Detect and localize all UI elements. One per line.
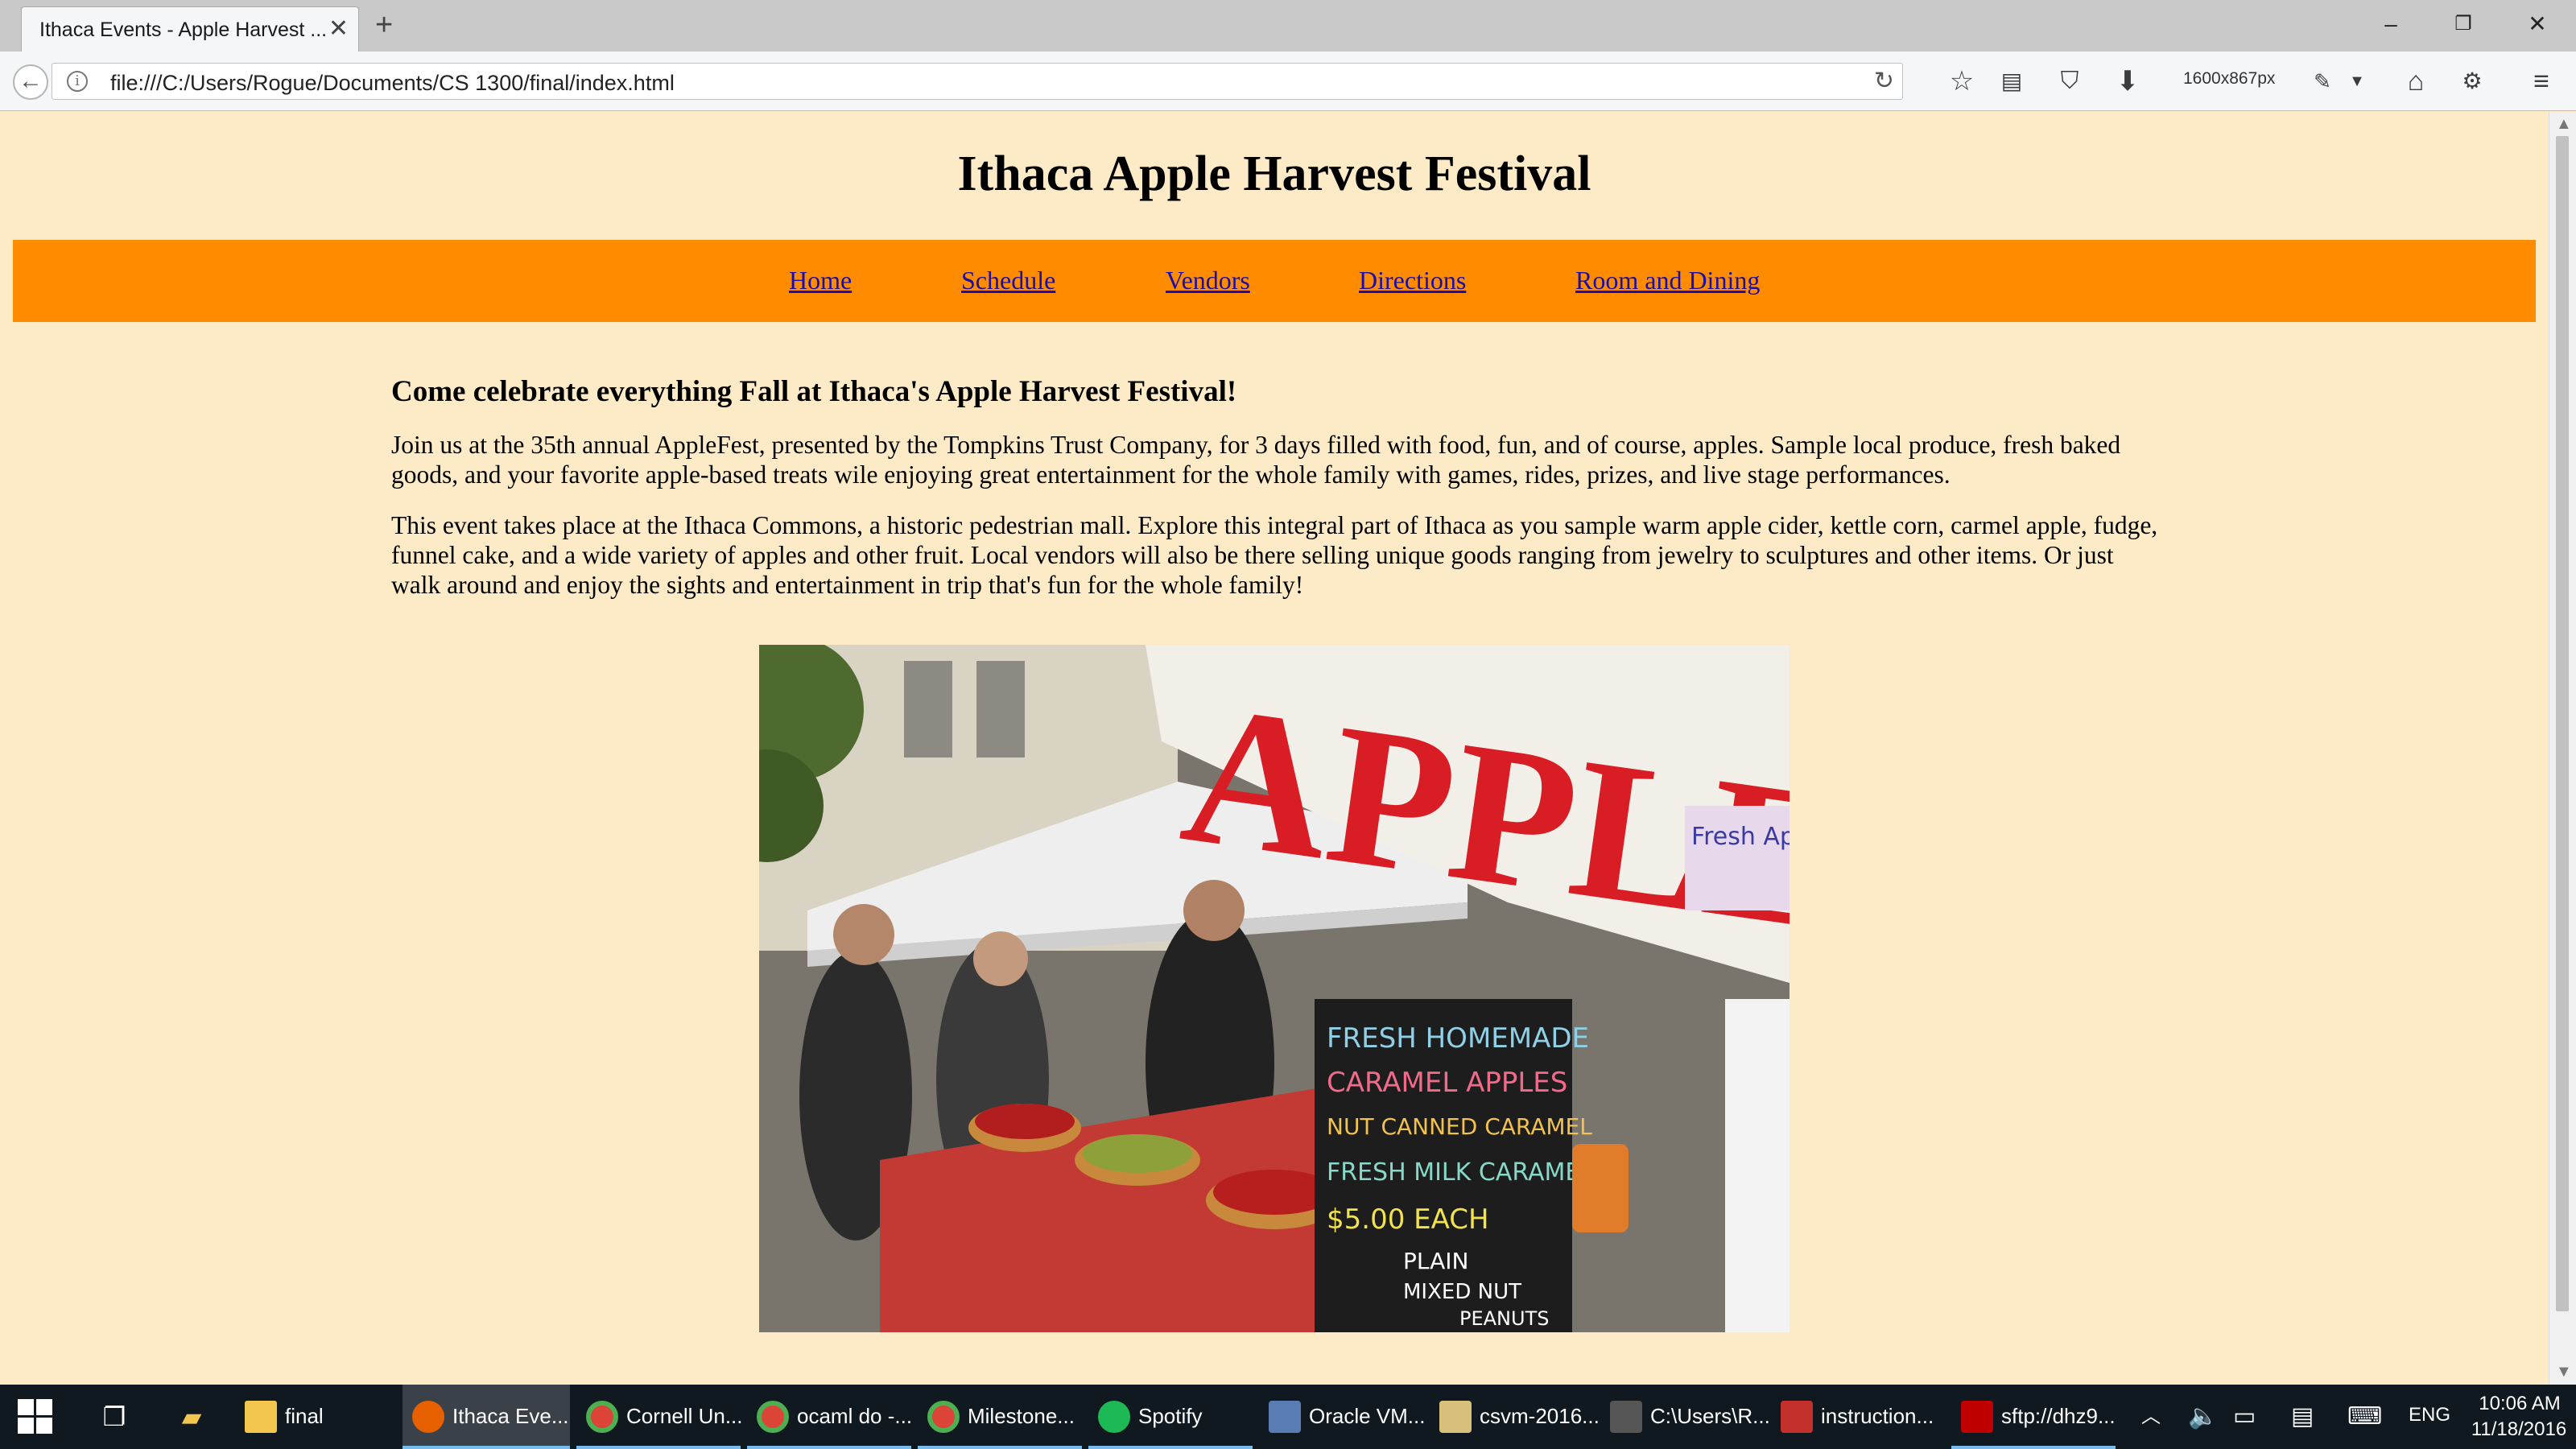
extension-icon[interactable]: ✎ (2304, 63, 2341, 100)
web-page: Ithaca Apple Harvest Festival Home Sched… (0, 112, 2549, 1385)
chalkboard-line-3: NUT CANNED CARAMEL (1327, 1113, 1592, 1140)
chrome-icon (757, 1401, 789, 1433)
chalkboard-line-4: FRESH MILK CARAMEL (1327, 1158, 1594, 1187)
site-navigation: Home Schedule Vendors Directions Room an… (13, 240, 2536, 322)
windows-start-icon[interactable] (18, 1399, 53, 1435)
scroll-down-arrow-icon[interactable]: ▼ (2556, 1363, 2572, 1381)
chalkboard-line-7: MIXED NUT (1403, 1280, 1521, 1304)
taskbar-item-final[interactable]: final (235, 1385, 396, 1449)
address-bar[interactable]: i file:///C:/Users/Rogue/Documents/CS 13… (52, 63, 1903, 100)
chrome-icon (586, 1401, 618, 1433)
intro-heading: Come celebrate everything Fall at Ithaca… (391, 375, 1237, 408)
nav-link-vendors[interactable]: Vendors (1166, 266, 1250, 295)
scrollbar-thumb[interactable] (2556, 136, 2569, 1311)
taskbar-item-firefox[interactable]: Ithaca Eve... (402, 1385, 570, 1449)
taskbar-item-archive[interactable]: csvm-2016... (1430, 1385, 1600, 1449)
taskbar-item-chrome-ocaml[interactable]: ocaml do -... (747, 1385, 912, 1449)
chalkboard-line-1: FRESH HOMEMADE (1327, 1022, 1589, 1055)
minimize-icon[interactable]: – (2375, 6, 2407, 42)
taskbar-item-filezilla[interactable]: sftp://dhz9... (1951, 1385, 2116, 1449)
window-close-icon[interactable]: ✕ (2521, 6, 2553, 42)
action-center-icon[interactable]: ▤ (2291, 1402, 2314, 1431)
chalkboard-line-6: PLAIN (1403, 1248, 1468, 1274)
reload-icon[interactable]: ↻ (1874, 67, 1894, 95)
system-tray: ︿ 🔈 ▭ ▤ ⌨ ENG 10:06 AM 11/18/2016 (2125, 1385, 2576, 1449)
keyboard-icon[interactable]: ⌨ (2347, 1402, 2382, 1431)
firefox-icon (412, 1401, 444, 1433)
nav-link-room-and-dining[interactable]: Room and Dining (1575, 266, 1760, 295)
bookmark-star-icon[interactable]: ☆ (1943, 63, 1980, 100)
page-scrollbar[interactable]: ▲ ▼ (2549, 112, 2576, 1385)
festival-photo: APPLES Fresh Apples FRESH HOMEMADE CARAM… (759, 645, 1790, 1332)
taskbar-item-chrome-milestone[interactable]: Milestone... (918, 1385, 1082, 1449)
taskbar-item-chrome-cornell[interactable]: Cornell Un... (576, 1385, 743, 1449)
window-dimensions-label: 1600x867px (2183, 69, 2276, 88)
bookmarks-list-icon[interactable]: ▤ (1993, 63, 2030, 100)
taskbar-item-spotify[interactable]: Spotify (1088, 1385, 1253, 1449)
main-content: Come celebrate everything Fall at Ithaca… (391, 374, 2162, 621)
home-icon[interactable]: ⌂ (2397, 63, 2434, 100)
pocket-icon[interactable]: ⛉ (2051, 63, 2088, 100)
clock-date[interactable]: 11/18/2016 (2458, 1418, 2576, 1441)
clock-time[interactable]: 10:06 AM (2471, 1393, 2568, 1415)
file-explorer-icon[interactable]: ▰ (172, 1397, 211, 1436)
dropdown-chevron-icon[interactable]: ▼ (2347, 63, 2367, 100)
taskbar-item-terminal[interactable]: C:\Users\R... (1600, 1385, 1770, 1449)
archive-icon (1439, 1401, 1472, 1433)
scroll-up-arrow-icon[interactable]: ▲ (2556, 115, 2572, 134)
chevron-up-icon[interactable]: ︿ (2141, 1402, 2161, 1431)
chalkboard-line-5: $5.00 EACH (1327, 1203, 1489, 1236)
nav-link-directions[interactable]: Directions (1359, 266, 1466, 295)
browser-tab[interactable]: Ithaca Events - Apple Harvest ... ✕ (21, 6, 359, 52)
url-text[interactable]: file:///C:/Users/Rogue/Documents/CS 1300… (110, 71, 675, 96)
chrome-icon (927, 1401, 960, 1433)
taskbar-item-pdf[interactable]: instruction... (1771, 1385, 1935, 1449)
nav-link-home[interactable]: Home (789, 266, 852, 295)
info-icon[interactable]: i (67, 71, 88, 92)
back-arrow-icon[interactable]: ← (13, 64, 48, 100)
menu-icon[interactable]: ≡ (2523, 63, 2560, 100)
close-tab-icon[interactable]: ✕ (328, 17, 349, 41)
chalkboard-line-8: PEANUTS (1459, 1307, 1549, 1330)
new-tab-icon[interactable]: + (375, 10, 393, 40)
fresh-apples-sign-text: Fresh Apples (1691, 823, 1790, 851)
filezilla-icon (1961, 1401, 1993, 1433)
battery-icon[interactable]: ▭ (2233, 1402, 2256, 1431)
page-title: Ithaca Apple Harvest Festival (957, 147, 1591, 201)
tab-title: Ithaca Events - Apple Harvest ... (39, 19, 328, 41)
download-icon[interactable]: ⬇ (2109, 63, 2146, 100)
volume-icon[interactable]: 🔈 (2188, 1402, 2218, 1431)
windows-taskbar: ❐ ▰ final Ithaca Eve... Cornell Un... oc… (0, 1385, 2576, 1449)
nav-link-schedule[interactable]: Schedule (961, 266, 1055, 295)
spotify-icon (1098, 1401, 1130, 1433)
pdf-icon (1781, 1401, 1813, 1433)
addon-icon[interactable]: ⚙ (2454, 63, 2491, 100)
folder-icon (245, 1401, 277, 1433)
browser-tab-bar: Ithaca Events - Apple Harvest ... ✕ + – … (0, 0, 2576, 52)
terminal-icon (1610, 1401, 1642, 1433)
taskbar-item-virtualbox[interactable]: Oracle VM... (1259, 1385, 1425, 1449)
virtualbox-icon (1269, 1401, 1301, 1433)
location-paragraph: This event takes place at the Ithaca Com… (391, 511, 2158, 599)
intro-paragraph: Join us at the 35th annual AppleFest, pr… (391, 431, 2121, 489)
task-view-icon[interactable]: ❐ (95, 1397, 134, 1436)
chalkboard-line-2: CARAMEL APPLES (1327, 1067, 1567, 1099)
restore-icon[interactable]: ❐ (2447, 6, 2479, 42)
language-indicator[interactable]: ENG (2409, 1404, 2450, 1426)
